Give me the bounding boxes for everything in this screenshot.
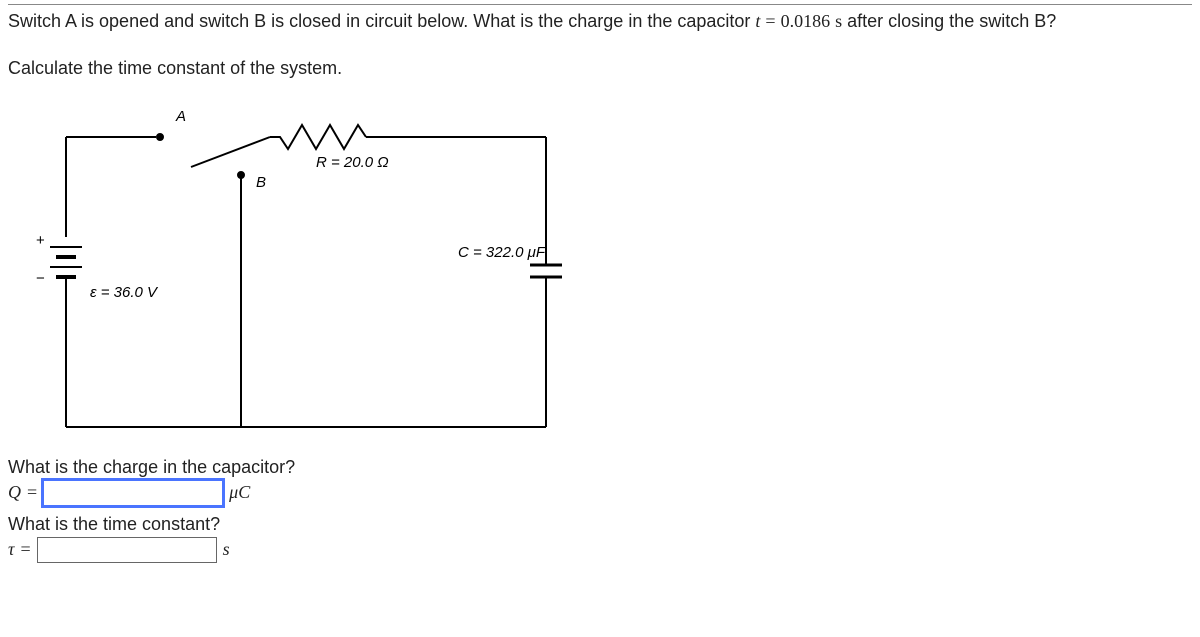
q-eq: = bbox=[27, 482, 37, 503]
tau-symbol: τ bbox=[8, 539, 14, 560]
q-symbol: Q bbox=[8, 482, 21, 503]
eq-sign: = bbox=[765, 11, 775, 31]
t-value: 0.0186 bbox=[781, 11, 831, 31]
charge-input[interactable] bbox=[43, 480, 223, 506]
circuit-diagram: A B R = 20.0 Ω C = 322.0 μF ε = 36.0 V +… bbox=[26, 97, 1192, 447]
label-plus: + bbox=[36, 232, 45, 249]
time-constant-input[interactable] bbox=[37, 537, 217, 563]
question-sub: Calculate the time constant of the syste… bbox=[8, 58, 1192, 79]
tau-label: What is the time constant? bbox=[8, 514, 220, 535]
label-minus: − bbox=[36, 270, 45, 287]
label-E: ε = 36.0 V bbox=[90, 284, 159, 301]
q-unit: μC bbox=[229, 482, 250, 503]
label-B: B bbox=[256, 174, 266, 191]
label-A: A bbox=[175, 108, 186, 125]
var-t: t bbox=[755, 11, 760, 31]
question-main-post: after closing the switch B? bbox=[842, 11, 1056, 31]
question-main: Switch A is opened and switch B is close… bbox=[8, 4, 1192, 36]
question-main-pre: Switch A is opened and switch B is close… bbox=[8, 11, 755, 31]
tau-eq: = bbox=[20, 539, 30, 560]
label-C: C = 322.0 μF bbox=[458, 244, 546, 261]
q-label: What is the charge in the capacitor? bbox=[8, 457, 295, 478]
tau-unit: s bbox=[223, 539, 230, 560]
label-R: R = 20.0 Ω bbox=[316, 154, 389, 171]
circuit-svg: A B R = 20.0 Ω C = 322.0 μF ε = 36.0 V +… bbox=[26, 97, 586, 447]
